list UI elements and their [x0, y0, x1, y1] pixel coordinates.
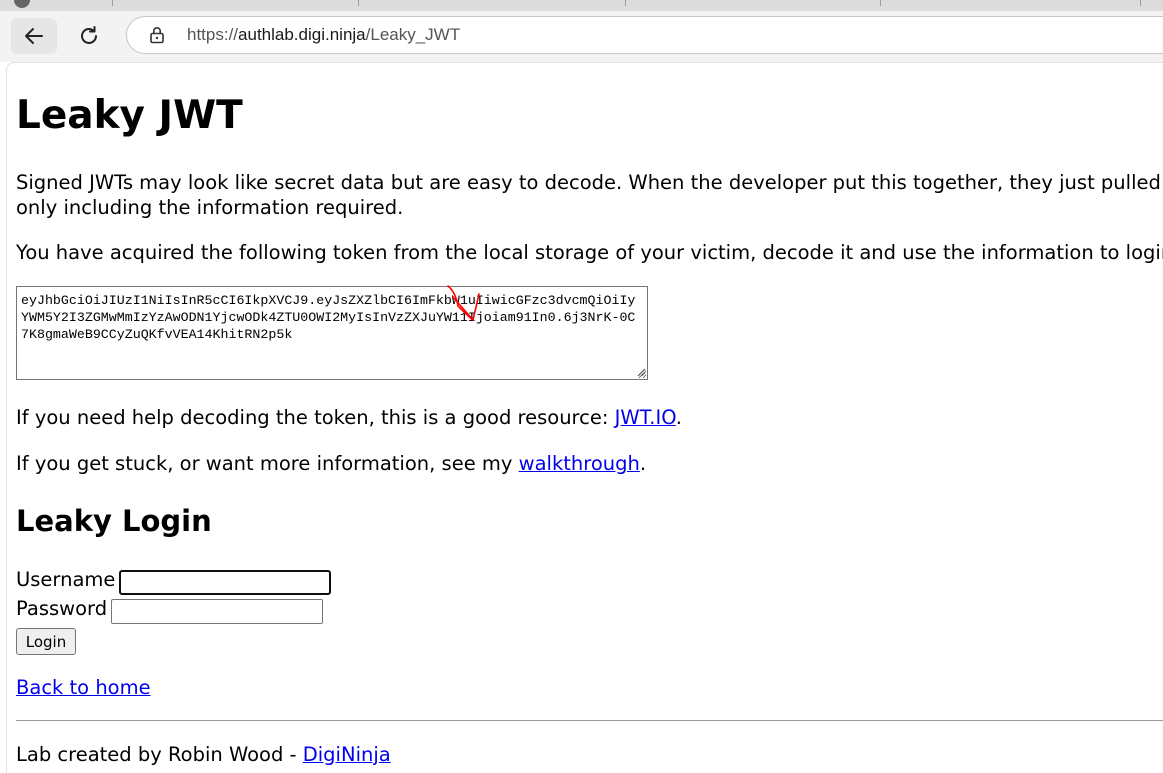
page-viewport: Leaky JWT Signed JWTs may look like secr… [6, 62, 1163, 773]
help-text-prefix: If you need help decoding the token, thi… [16, 406, 615, 429]
tab-strip [0, 0, 1163, 11]
username-label: Username [16, 568, 116, 591]
tab-separator [880, 0, 881, 6]
jwt-io-link[interactable]: JWT.IO [615, 406, 676, 429]
footer-credit: Lab created by Robin Wood - DigiNinja [16, 742, 391, 767]
back-button[interactable] [11, 18, 57, 54]
stuck-text-prefix: If you get stuck, or want more informati… [16, 452, 519, 475]
footer-divider [16, 720, 1163, 721]
intro-text-line-2: only including the information required. [16, 196, 404, 219]
back-arrow-icon [25, 28, 43, 44]
address-bar[interactable]: https://authlab.digi.ninja/Leaky_JWT [126, 16, 1163, 54]
reload-button[interactable] [66, 18, 112, 54]
lock-icon[interactable] [149, 26, 165, 44]
token-textarea[interactable]: eyJhbGciOiJIUzI1NiIsInR5cCI6IkpXVCJ9.eyJ… [16, 286, 648, 380]
url-scheme: https:// [187, 25, 239, 44]
password-label: Password [16, 597, 108, 620]
acquired-token-text: You have acquired the following token fr… [16, 241, 1163, 264]
url-path: /Leaky_JWT [365, 25, 461, 44]
stuck-text-suffix: . [639, 452, 647, 475]
footer-credit-text: Lab created by Robin Wood - [16, 743, 303, 766]
intro-text-line-1: Signed JWTs may look like secret data bu… [16, 171, 1163, 194]
reload-icon [81, 26, 97, 44]
help-text-suffix: . [675, 406, 682, 429]
login-heading: Leaky Login [16, 504, 212, 538]
tab-separator [112, 0, 113, 6]
walkthrough-link[interactable]: walkthrough [519, 452, 640, 475]
back-home-paragraph: Back to home [16, 675, 151, 700]
resize-grip-icon[interactable] [636, 367, 646, 377]
password-input[interactable] [111, 599, 323, 624]
browser-toolbar: https://authlab.digi.ninja/Leaky_JWT [0, 0, 1163, 62]
help-text: If you need help decoding the token, thi… [16, 405, 682, 430]
back-home-link[interactable]: Back to home [16, 676, 151, 699]
username-input[interactable] [119, 570, 331, 595]
tab-separator [358, 0, 359, 6]
page-title: Leaky JWT [16, 93, 243, 138]
stuck-text: If you get stuck, or want more informati… [16, 451, 646, 476]
tab-favicon-icon [14, 0, 30, 8]
login-button[interactable]: Login [16, 628, 76, 655]
tab-separator [625, 0, 626, 6]
url-host: authlab.digi.ninja [238, 25, 366, 44]
red-arrow-annotation [447, 285, 480, 321]
tab-separator [1140, 0, 1141, 6]
digininja-link[interactable]: DigiNinja [303, 743, 391, 766]
url-text: https://authlab.digi.ninja/Leaky_JWT [187, 25, 460, 45]
